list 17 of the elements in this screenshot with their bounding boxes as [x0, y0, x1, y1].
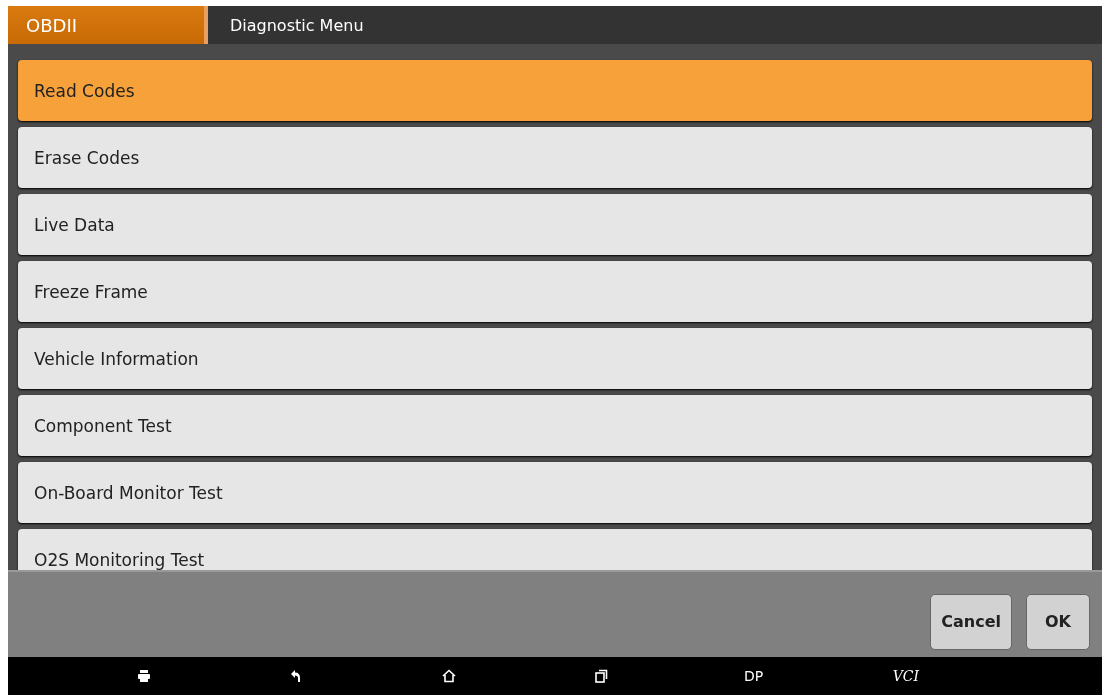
page-title: Diagnostic Menu	[230, 15, 364, 35]
menu-item[interactable]: O2S Monitoring Test	[18, 529, 1092, 570]
menu-item[interactable]: Component Test	[18, 395, 1092, 456]
recent-apps-icon[interactable]	[593, 668, 610, 684]
menu-item[interactable]: Freeze Frame	[18, 261, 1092, 322]
dialog-button[interactable]: OK	[1026, 593, 1090, 650]
dialog-button[interactable]: Cancel	[930, 593, 1012, 650]
menu-item[interactable]: Vehicle Information	[18, 328, 1092, 389]
menu-item[interactable]: On-Board Monitor Test	[18, 462, 1092, 523]
menu-item[interactable]: Read Codes	[18, 60, 1092, 121]
dp-button[interactable]: DP	[743, 668, 764, 684]
vci-button[interactable]: VCI	[892, 668, 919, 684]
menu-item[interactable]: Live Data	[18, 194, 1092, 255]
home-icon[interactable]	[440, 668, 457, 684]
menu-item[interactable]: Erase Codes	[18, 127, 1092, 188]
printer-icon[interactable]	[136, 668, 153, 684]
app-name: OBDII	[26, 14, 77, 36]
